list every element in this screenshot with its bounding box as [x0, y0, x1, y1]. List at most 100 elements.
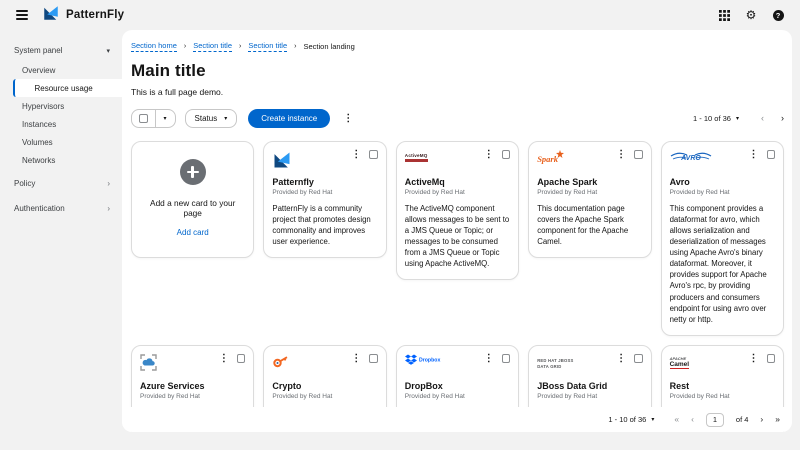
patternfly-logo-icon	[272, 150, 292, 170]
prev-page-icon[interactable]: ‹	[761, 114, 764, 123]
card-title: Rest	[670, 381, 775, 391]
help-question-icon[interactable]: ?	[772, 9, 784, 21]
next-page-icon[interactable]: ›	[781, 114, 784, 123]
card-kebab-icon[interactable]: ⋮	[351, 354, 361, 364]
catalog-card-avro[interactable]: AVRO ⋮ Avro Provided by Red Hat This com…	[661, 141, 784, 336]
create-instance-button[interactable]: Create instance	[248, 109, 330, 128]
breadcrumb-link[interactable]: Section title	[193, 41, 232, 52]
chevron-down-icon: ▾	[651, 416, 654, 423]
chevron-down-icon: ▾	[736, 115, 739, 122]
card-title: ActiveMq	[405, 177, 510, 187]
card-title: Azure Services	[140, 381, 245, 391]
status-filter-dropdown[interactable]: Status ▾	[185, 109, 238, 128]
card-kebab-icon[interactable]: ⋮	[749, 354, 759, 364]
add-new-card[interactable]: Add a new card to your page Add card	[131, 141, 254, 258]
breadcrumb-current: Section landing	[303, 42, 354, 51]
next-page-icon[interactable]: ›	[760, 415, 763, 424]
masthead: PatternFly ⚙ ?	[0, 0, 800, 30]
card-kebab-icon[interactable]: ⋮	[484, 354, 494, 364]
settings-gear-icon[interactable]: ⚙	[745, 9, 757, 21]
card-provider: Provided by Red Hat	[272, 189, 377, 196]
page-number-input[interactable]	[706, 413, 724, 427]
sidebar-item-instances[interactable]: Instances	[0, 115, 122, 133]
last-page-icon[interactable]: »	[775, 415, 780, 424]
pagination-range-menu[interactable]: 1 - 10 of 36 ▾	[693, 114, 739, 123]
bulk-select-split-button: ▾	[131, 109, 176, 128]
card-checkbox[interactable]	[502, 354, 511, 363]
sidebar-item-authentication[interactable]: Authentication ›	[0, 198, 122, 219]
card-provider: Provided by Red Hat	[537, 189, 642, 196]
card-title: Avro	[670, 177, 775, 187]
card-description: This documentation page covers the Apach…	[537, 203, 642, 247]
card-checkbox[interactable]	[634, 150, 643, 159]
card-checkbox[interactable]	[237, 354, 246, 363]
card-description: This component provides a dataformat for…	[670, 203, 775, 325]
card-provider: Provided by Red Hat	[405, 189, 510, 196]
card-kebab-icon[interactable]: ⋮	[749, 150, 759, 160]
card-kebab-icon[interactable]: ⋮	[219, 354, 229, 364]
brand-name: PatternFly	[66, 9, 124, 21]
rest-camel-logo-icon: APACHE Camel	[670, 357, 690, 370]
card-provider: Provided by Red Hat	[670, 393, 775, 400]
card-checkbox[interactable]	[634, 354, 643, 363]
card-provider: Provided by Red Hat	[405, 393, 510, 400]
card-title: Apache Spark	[537, 177, 642, 187]
card-checkbox[interactable]	[502, 150, 511, 159]
card-kebab-icon[interactable]: ⋮	[484, 150, 494, 160]
pagination-range-menu[interactable]: 1 - 10 of 36 ▾	[608, 415, 654, 424]
sidebar-item-resource-usage[interactable]: Resource usage	[13, 79, 122, 97]
app-launcher-grid-icon[interactable]	[718, 9, 730, 21]
breadcrumb-link[interactable]: Section home	[131, 41, 177, 52]
card-provider: Provided by Red Hat	[537, 393, 642, 400]
sidebar-item-volumes[interactable]: Volumes	[0, 133, 122, 151]
prev-page-icon[interactable]: ‹	[691, 415, 694, 424]
card-kebab-icon[interactable]: ⋮	[351, 150, 361, 160]
main-panel: Section home › Section title › Section t…	[122, 30, 792, 432]
dropbox-logo-icon: Dropbox	[405, 354, 445, 365]
card-title: Crypto	[272, 381, 377, 391]
toolbar-kebab-icon[interactable]: ⋮	[343, 114, 353, 124]
add-plus-icon[interactable]	[180, 159, 206, 185]
chevron-right-icon: ›	[107, 179, 110, 188]
page-count-label: of 4	[736, 415, 749, 424]
card-title: Patternfly	[272, 177, 377, 187]
nav-toggle-hamburger-icon[interactable]	[16, 10, 28, 20]
card-provider: Provided by Red Hat	[140, 393, 245, 400]
card-kebab-icon[interactable]: ⋮	[616, 150, 626, 160]
breadcrumb-link[interactable]: Section title	[248, 41, 287, 52]
sidebar-nav: System panel ▾ Overview Resource usage H…	[0, 30, 122, 450]
sidebar-item-hypervisors[interactable]: Hypervisors	[0, 97, 122, 115]
add-card-text: Add a new card to your page	[140, 198, 245, 218]
card-description: PatternFly is a community project that p…	[272, 203, 377, 247]
patternfly-logo-icon	[42, 4, 60, 27]
page-title: Main title	[131, 61, 784, 81]
card-checkbox[interactable]	[767, 150, 776, 159]
card-kebab-icon[interactable]: ⋮	[616, 354, 626, 364]
svg-text:AVRO: AVRO	[680, 155, 701, 162]
svg-text:Dropbox: Dropbox	[419, 357, 440, 363]
card-provider: Provided by Red Hat	[272, 393, 377, 400]
card-provider: Provided by Red Hat	[670, 189, 775, 196]
breadcrumb-separator: ›	[239, 43, 241, 50]
sidebar-item-policy[interactable]: Policy ›	[0, 173, 122, 194]
crypto-logo-icon	[272, 354, 289, 369]
bulk-select-caret[interactable]: ▾	[156, 110, 175, 127]
catalog-card-patternfly[interactable]: ⋮ Patternfly Provided by Red Hat Pattern…	[263, 141, 386, 259]
catalog-card-activemq[interactable]: ActiveMQ ⋮ ActiveMq Provided by Red Hat …	[396, 141, 519, 281]
breadcrumb-separator: ›	[294, 43, 296, 50]
card-checkbox[interactable]	[767, 354, 776, 363]
pagination-bottom: 1 - 10 of 36 ▾ « ‹ of 4 › »	[122, 407, 792, 432]
sidebar-item-overview[interactable]: Overview	[0, 61, 122, 79]
first-page-icon[interactable]: «	[674, 415, 679, 424]
avro-logo-icon: AVRO	[670, 150, 712, 163]
sidebar-group-system-panel[interactable]: System panel ▾	[0, 42, 122, 59]
activemq-logo-icon: ActiveMQ	[405, 154, 428, 163]
card-checkbox[interactable]	[369, 150, 378, 159]
card-checkbox[interactable]	[369, 354, 378, 363]
breadcrumb-separator: ›	[184, 43, 186, 50]
bulk-select-checkbox[interactable]	[132, 110, 156, 127]
catalog-card-apache-spark[interactable]: Spark ⋮ Apache Spark Provided by Red Hat…	[528, 141, 651, 259]
add-card-link[interactable]: Add card	[177, 228, 209, 237]
brand[interactable]: PatternFly	[42, 4, 124, 27]
sidebar-item-networks[interactable]: Networks	[0, 151, 122, 169]
